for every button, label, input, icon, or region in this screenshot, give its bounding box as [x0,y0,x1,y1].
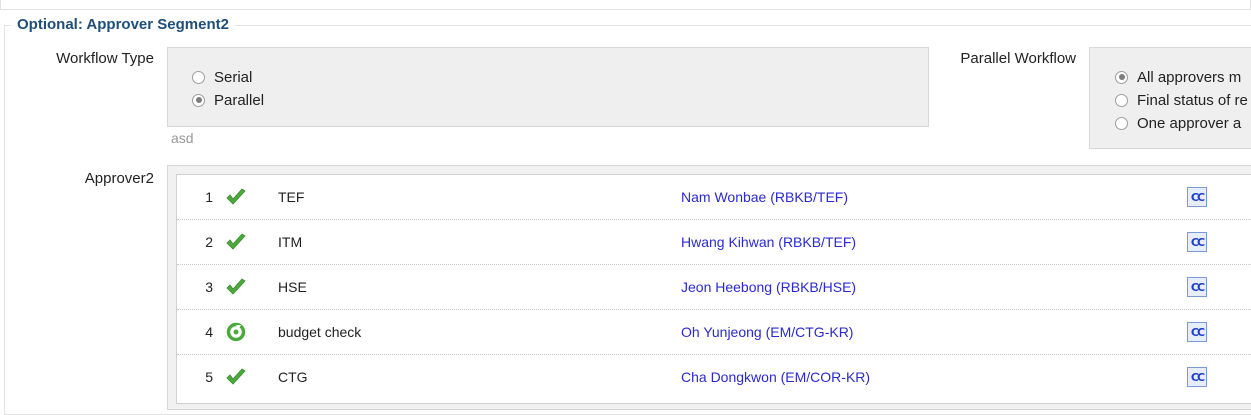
approver-link[interactable]: Cha Dongkwon (EM/COR-KR) [681,355,870,399]
radio-option-parallel[interactable]: Parallel [192,90,264,110]
row-number: 1 [205,189,213,205]
row-number: 3 [205,279,213,295]
row-number: 2 [205,234,213,250]
approval-step: HSE [278,279,307,295]
approver-link[interactable]: Nam Wonbae (RBKB/TEF) [681,175,848,219]
table-row: 2 ITM Hwang Kihwan (RBKB/TEF) CC [177,220,1251,265]
table-row: 5 CTG Cha Dongkwon (EM/COR-KR) CC [177,355,1251,400]
cc-icon[interactable]: CC [1187,187,1207,207]
approver-link[interactable]: Hwang Kihwan (RBKB/TEF) [681,220,856,264]
approver-link[interactable]: Jeon Heebong (RBKB/HSE) [681,265,856,309]
radio-option-all-approvers[interactable]: All approvers m [1115,67,1241,87]
in-progress-icon [224,310,248,354]
workflow-type-label: Workflow Type [56,50,154,67]
radio-label: Parallel [214,91,265,109]
check-icon [224,175,248,219]
cc-icon[interactable]: CC [1187,367,1207,387]
radio-option-final-status[interactable]: Final status of re [1115,90,1248,110]
table-row: 3 HSE Jeon Heebong (RBKB/HSE) CC [177,265,1251,310]
row-number: 4 [205,324,213,340]
cc-icon[interactable]: CC [1187,322,1207,342]
radio-button[interactable] [1115,93,1128,107]
cc-icon[interactable]: CC [1187,232,1207,252]
radio-option-one-approver[interactable]: One approver a [1115,113,1241,133]
approver-link[interactable]: Oh Yunjeong (EM/CTG-KR) [681,310,853,354]
radio-button[interactable] [192,93,205,107]
radio-button[interactable] [1115,70,1128,84]
cc-button[interactable]: CC [1187,265,1207,309]
radio-label: Final status of re [1137,91,1248,109]
top-panel-edge [0,0,1251,10]
check-icon [224,220,248,264]
parallel-workflow-panel: All approvers m Final status of re One a… [1089,47,1251,149]
cc-button[interactable]: CC [1187,310,1207,354]
workflow-type-panel: Serial Parallel [167,47,929,127]
check-icon [224,265,248,309]
radio-label: Serial [214,68,253,86]
approval-step: ITM [278,234,303,250]
table-row: 4 budget check Oh Yunjeong (EM/CTG-KR) CC [177,310,1251,355]
cc-button[interactable]: CC [1187,355,1207,399]
cc-button[interactable]: CC [1187,220,1207,264]
radio-button[interactable] [192,70,205,84]
parallel-workflow-label: Parallel Workflow [960,50,1076,67]
approval-step: budget check [278,324,362,340]
table-row: 1 TEF Nam Wonbae (RBKB/TEF) CC [177,175,1251,220]
radio-button[interactable] [1115,116,1128,130]
approval-step: CTG [278,369,308,385]
radio-option-serial[interactable]: Serial [192,67,252,87]
approval-step: TEF [278,189,305,205]
cc-button[interactable]: CC [1187,175,1207,219]
row-number: 5 [205,369,213,385]
cc-icon[interactable]: CC [1187,277,1207,297]
approver2-label: Approver2 [84,170,154,187]
workflow-type-hint: asd [171,130,194,146]
section-title: Optional: Approver Segment2 [11,16,235,33]
check-icon [224,355,248,399]
approver-table: 1 TEF Nam Wonbae (RBKB/TEF) CC 2 ITM Hwang Kih… [176,174,1251,404]
radio-label: One approver a [1137,114,1242,132]
radio-label: All approvers m [1137,68,1242,86]
